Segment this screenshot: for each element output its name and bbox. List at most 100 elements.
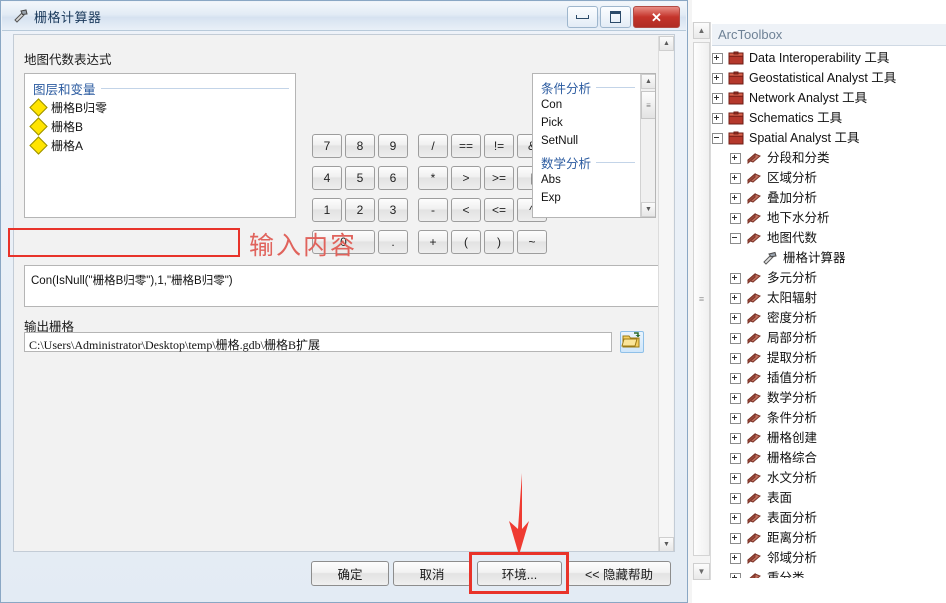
expand-plus-icon[interactable] <box>730 332 741 344</box>
expand-plus-icon[interactable] <box>730 432 741 444</box>
keypad-button-multiply[interactable]: * <box>418 166 448 190</box>
collapse-minus-icon[interactable] <box>712 132 723 144</box>
keypad-button-less-than[interactable]: < <box>451 198 481 222</box>
tree-item[interactable]: Spatial Analyst 工具 <box>712 128 859 148</box>
tree-item[interactable]: 邻域分析 <box>712 548 817 568</box>
hide-help-button[interactable]: << 隐藏帮助 <box>567 561 671 586</box>
tree-item[interactable]: 分段和分类 <box>712 148 830 168</box>
expand-plus-icon[interactable] <box>730 572 741 578</box>
tree-item[interactable]: 重分类 <box>712 568 805 578</box>
keypad-button-1[interactable]: 1 <box>312 198 342 222</box>
expand-plus-icon[interactable] <box>730 512 741 524</box>
maximize-button[interactable] <box>600 6 631 28</box>
output-raster-input[interactable]: C:\Users\Administrator\Desktop\temp\栅格.g… <box>24 332 612 352</box>
tree-item[interactable]: Network Analyst 工具 <box>712 88 867 108</box>
keypad-button-greater-than[interactable]: > <box>451 166 481 190</box>
arctoolbox-tree[interactable]: Data Interoperability 工具 Geostatistical A… <box>712 48 946 578</box>
tree-item[interactable]: 叠加分析 <box>712 188 817 208</box>
scroll-up-arrow-icon[interactable]: ▲ <box>659 36 674 51</box>
keypad-button-divide[interactable]: / <box>418 134 448 158</box>
tree-item[interactable]: 栅格计算器 <box>712 248 846 268</box>
expand-plus-icon[interactable] <box>730 472 741 484</box>
keypad-button-minus[interactable]: - <box>418 198 448 222</box>
tree-item[interactable]: 多元分析 <box>712 268 817 288</box>
tree-item[interactable]: Schematics 工具 <box>712 108 842 128</box>
keypad-button-greater-equal[interactable]: >= <box>484 166 514 190</box>
tree-item[interactable]: 条件分析 <box>712 408 817 428</box>
expand-plus-icon[interactable] <box>730 192 741 204</box>
keypad-button-3[interactable]: 3 <box>378 198 408 222</box>
tree-item[interactable]: 太阳辐射 <box>712 288 817 308</box>
layers-and-variables-list[interactable]: 图层和变量 栅格B归零 栅格B 栅格A <box>24 73 296 218</box>
tree-item[interactable]: 局部分析 <box>712 328 817 348</box>
tree-item[interactable]: Geostatistical Analyst 工具 <box>712 68 896 88</box>
expand-plus-icon[interactable] <box>730 372 741 384</box>
list-item[interactable]: 栅格B <box>29 116 83 136</box>
tree-item[interactable]: 栅格创建 <box>712 428 817 448</box>
folder-browse-button[interactable] <box>620 331 644 353</box>
tree-item[interactable]: 表面分析 <box>712 508 817 528</box>
close-button[interactable]: ✕ <box>633 6 680 28</box>
list-item[interactable]: Pick <box>541 117 563 129</box>
list-item[interactable]: SetNull <box>541 135 578 147</box>
expand-plus-icon[interactable] <box>712 72 723 84</box>
list-item[interactable]: 栅格B归零 <box>29 97 107 117</box>
ok-button[interactable]: 确定 <box>311 561 389 586</box>
scroll-down-arrow-icon[interactable]: ▼ <box>641 202 655 217</box>
expand-plus-icon[interactable] <box>730 392 741 404</box>
keypad-button-decimal[interactable]: . <box>378 230 408 254</box>
tree-item[interactable]: Data Interoperability 工具 <box>712 48 889 68</box>
tree-item[interactable]: 区域分析 <box>712 168 817 188</box>
tree-item[interactable]: 插值分析 <box>712 368 817 388</box>
scroll-up-arrow-icon[interactable]: ▲ <box>693 22 710 39</box>
keypad-button-4[interactable]: 4 <box>312 166 342 190</box>
tree-item[interactable]: 数学分析 <box>712 388 817 408</box>
scroll-up-arrow-icon[interactable]: ▲ <box>641 74 655 89</box>
expand-plus-icon[interactable] <box>730 352 741 364</box>
keypad-button-5[interactable]: 5 <box>345 166 375 190</box>
list-item[interactable]: Abs <box>541 174 561 186</box>
keypad-button-not-equals[interactable]: != <box>484 134 514 158</box>
keypad-button-tilde[interactable]: ~ <box>517 230 547 254</box>
expand-plus-icon[interactable] <box>730 172 741 184</box>
expand-plus-icon[interactable] <box>730 452 741 464</box>
tree-item[interactable]: 距离分析 <box>712 528 817 548</box>
dialog-title-bar[interactable]: 栅格计算器 ✕ <box>2 2 686 31</box>
scroll-down-arrow-icon[interactable]: ▼ <box>693 563 710 580</box>
keypad-button-less-equal[interactable]: <= <box>484 198 514 222</box>
expression-textarea[interactable]: Con(IsNull("栅格B归零"),1,"栅格B归零") <box>24 265 666 307</box>
expand-plus-icon[interactable] <box>730 552 741 564</box>
keypad-button-2[interactable]: 2 <box>345 198 375 222</box>
expand-plus-icon[interactable] <box>730 492 741 504</box>
tree-item[interactable]: 栅格综合 <box>712 448 817 468</box>
list-item[interactable]: 栅格A <box>29 135 83 155</box>
scroll-down-arrow-icon[interactable]: ▼ <box>659 537 674 551</box>
expand-plus-icon[interactable] <box>730 532 741 544</box>
scroll-thumb-grip-icon[interactable]: ≡ <box>641 91 655 119</box>
expand-plus-icon[interactable] <box>730 272 741 284</box>
dialog-scrollbar[interactable]: ▲ ▼ <box>658 36 674 551</box>
list-item[interactable]: Con <box>541 99 562 111</box>
list-item[interactable]: Exp <box>541 192 561 204</box>
keypad-button-close-paren[interactable]: ) <box>484 230 514 254</box>
arctoolbox-scrollbar[interactable]: ▲ ≡ ▼ <box>692 22 711 580</box>
expand-plus-icon[interactable] <box>730 212 741 224</box>
expand-plus-icon[interactable] <box>712 112 723 124</box>
cancel-button[interactable]: 取消 <box>393 561 471 586</box>
tree-item[interactable]: 地下水分析 <box>712 208 830 228</box>
expand-plus-icon[interactable] <box>730 152 741 164</box>
expand-plus-icon[interactable] <box>730 292 741 304</box>
keypad-button-7[interactable]: 7 <box>312 134 342 158</box>
tree-item[interactable]: 水文分析 <box>712 468 817 488</box>
scroll-thumb-grip-icon[interactable]: ≡ <box>693 42 710 556</box>
environments-button[interactable]: 环境... <box>477 561 562 586</box>
keypad-button-equals-equals[interactable]: == <box>451 134 481 158</box>
minimize-button[interactable] <box>567 6 598 28</box>
function-list[interactable]: 条件分析 Con Pick SetNull 数学分析 Abs Exp ▲ ≡ ▼ <box>532 73 656 218</box>
expand-plus-icon[interactable] <box>730 312 741 324</box>
tree-item[interactable]: 表面 <box>712 488 792 508</box>
function-list-scrollbar[interactable]: ▲ ≡ ▼ <box>640 74 655 217</box>
tree-item[interactable]: 提取分析 <box>712 348 817 368</box>
tree-item[interactable]: 密度分析 <box>712 308 817 328</box>
keypad-button-6[interactable]: 6 <box>378 166 408 190</box>
